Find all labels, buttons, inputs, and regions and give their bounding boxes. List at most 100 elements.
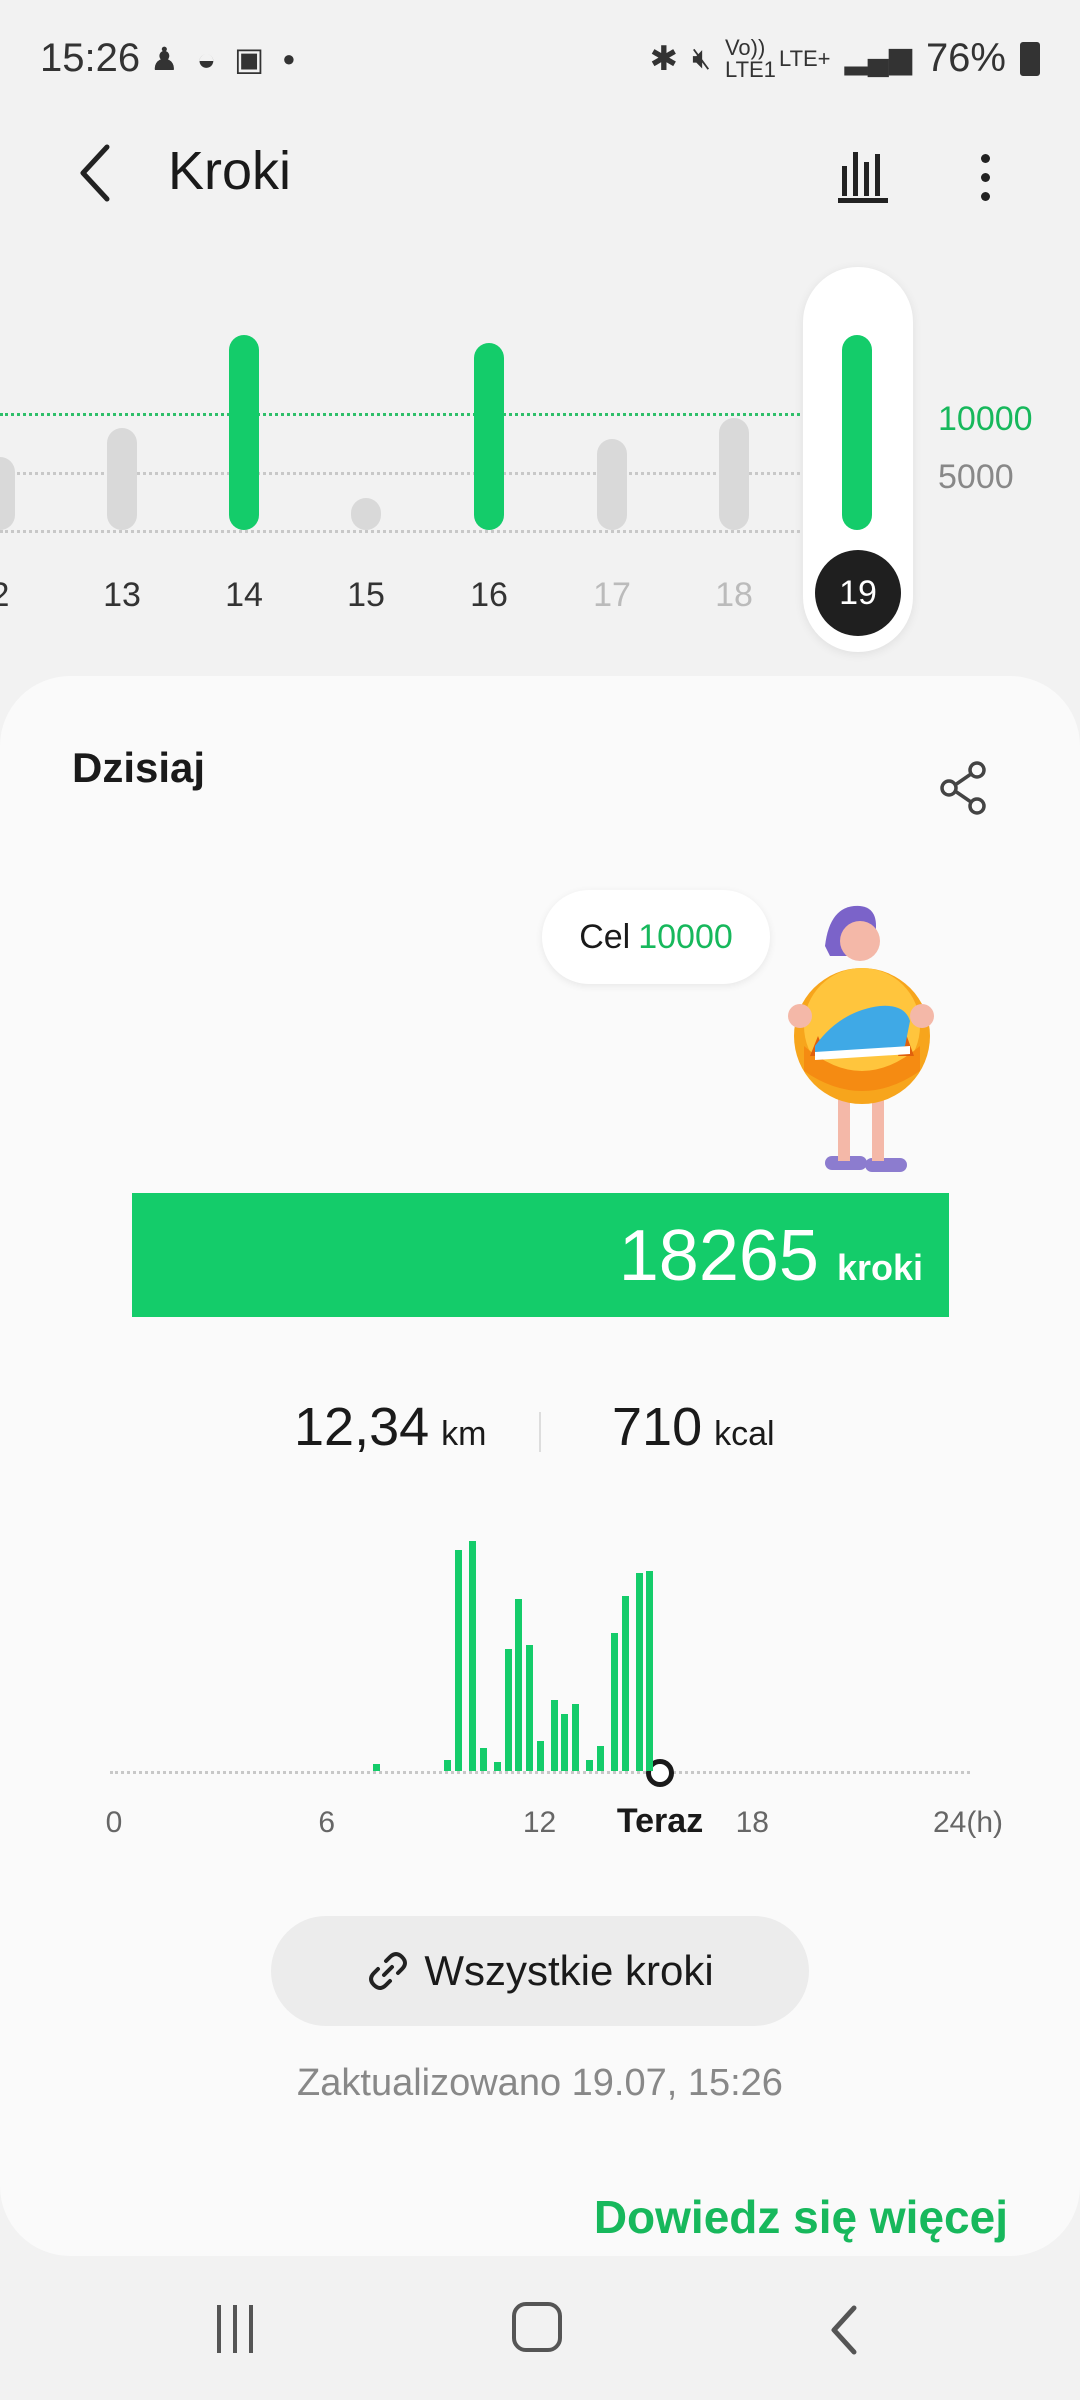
learn-more-link[interactable]: Dowiedz się więcej [594,2190,1008,2244]
day-label-2[interactable]: 2 [0,576,40,615]
image-icon: ▣ [234,41,265,77]
day-bar-13[interactable] [107,427,137,530]
hour-bar [493,1761,501,1771]
more-dot-icon [980,153,990,163]
distance-value: 12,34 [294,1397,430,1457]
day-bar-2[interactable] [0,457,15,530]
card-title: Dzisiaj [72,744,206,791]
stats-row: 12,34 km 710 kcal [0,1396,1080,1476]
header: Kroki [0,120,1080,230]
hour-bar [586,1759,594,1771]
distance-stat: 12,34 km [294,1396,486,1458]
hour-bar [469,1541,477,1771]
hour-bar [646,1570,654,1771]
back-button[interactable] [60,138,130,208]
now-label: Teraz [616,1802,704,1840]
more-options-button[interactable] [955,142,1015,212]
goal-value: 10000 [638,917,733,956]
hour-bar [621,1596,629,1771]
calories-value: 710 [612,1397,703,1457]
distance-unit: km [441,1415,487,1453]
hour-bar [444,1759,452,1771]
hour-bar [596,1745,604,1771]
chart-view-button[interactable] [830,142,900,212]
chevron-left-icon [80,144,110,202]
steps-progress-bar: 18265 kroki [132,1193,949,1317]
notification-icon: ♟ [150,41,179,77]
navigation-bar [0,2260,1080,2400]
mascot-illustration [788,905,934,1172]
goal-label: Cel [579,917,631,956]
status-left-icons: ♟ ◒ ▣ ● [150,40,296,78]
hour-bar [479,1748,487,1771]
mute-icon: 🔇︎ [692,41,711,75]
share-icon [940,761,986,815]
day-bar-15[interactable] [351,498,381,530]
steps-count: 18265 kroki [619,1215,923,1297]
day-label-16[interactable]: 16 [449,576,529,615]
share-button[interactable] [935,758,995,818]
day-bar-19[interactable] [842,335,872,530]
calories-stat: 710 kcal [612,1396,775,1458]
nav-back-button[interactable] [820,2300,870,2360]
planet-icon: ◒ [196,40,217,77]
recent-apps-button[interactable] [205,2305,265,2355]
link-icon [369,1952,408,1990]
day-bar-18[interactable] [719,418,749,530]
recent-apps-icon [217,2305,221,2353]
all-steps-button[interactable]: Wszystkie kroki [271,1916,809,2026]
selected-day-label[interactable]: 19 [815,550,901,636]
hour-bar [571,1704,579,1771]
hour-bar [536,1741,544,1771]
day-label-18[interactable]: 18 [694,576,774,615]
battery-level: 76% [925,36,1006,80]
volte-icon: Vo)) LTE1 [724,34,776,82]
status-bar: 15:26 ♟ ◒ ▣ ● ✱ 🔇︎ Vo)) LTE1 LTE+ ▂▄▆ 76… [0,0,1080,120]
hour-bar [610,1633,618,1771]
half-goal-axis-label: 5000 [938,458,1014,496]
hour-bar [525,1644,533,1771]
hour-bar [635,1573,643,1771]
battery-icon [1020,41,1040,76]
day-bar-16[interactable] [474,343,504,530]
home-button[interactable] [512,2302,562,2352]
day-label-17[interactable]: 17 [572,576,652,615]
page-title: Kroki [168,141,292,201]
hourly-baseline [110,1771,970,1774]
hour-bar [373,1764,381,1771]
hour-label: 12 [522,1806,557,1839]
dot-icon: ● [282,46,296,71]
hour-bar [550,1699,558,1771]
hourly-chart: 0 6 12 Teraz 18 24(h) [0,1526,1080,1846]
baseline [0,530,800,533]
steps-value: 18265 [618,1216,819,1296]
goal-line [0,413,800,416]
all-steps-label: Wszystkie kroki [424,1947,714,1994]
bar-chart-icon [838,152,888,203]
day-label-14[interactable]: 14 [204,576,284,615]
hour-bar [504,1649,512,1771]
hour-label: 0 [105,1806,123,1839]
updated-text: Zaktualizowano 19.07, 15:26 [297,2062,783,2104]
day-bar-17[interactable] [597,439,627,530]
day-label-13[interactable]: 13 [82,576,162,615]
signal-icon: ▂▄▆ [844,42,912,75]
hour-bar [561,1713,569,1771]
back-icon [831,2305,857,2355]
today-card: Dzisiaj Cel 10000 18265 kroki 12,34 km 7… [0,676,1080,2256]
day-label-15[interactable]: 15 [326,576,406,615]
more-dot-icon [980,191,990,201]
recent-apps-icon [233,2305,237,2353]
hour-label: 18 [735,1806,769,1839]
goal-bubble: Cel 10000 [542,890,770,984]
hour-label: 6 [318,1806,336,1839]
recent-apps-icon [249,2305,253,2353]
steps-unit: kroki [836,1247,923,1288]
calories-unit: kcal [714,1415,775,1453]
lte-icon: LTE+ [778,45,831,71]
goal-axis-label: 10000 [938,400,1033,438]
hour-bar [515,1598,523,1771]
stats-divider [539,1412,541,1452]
day-bar-14[interactable] [229,335,259,530]
hour-label: 24(h) [932,1806,1004,1839]
